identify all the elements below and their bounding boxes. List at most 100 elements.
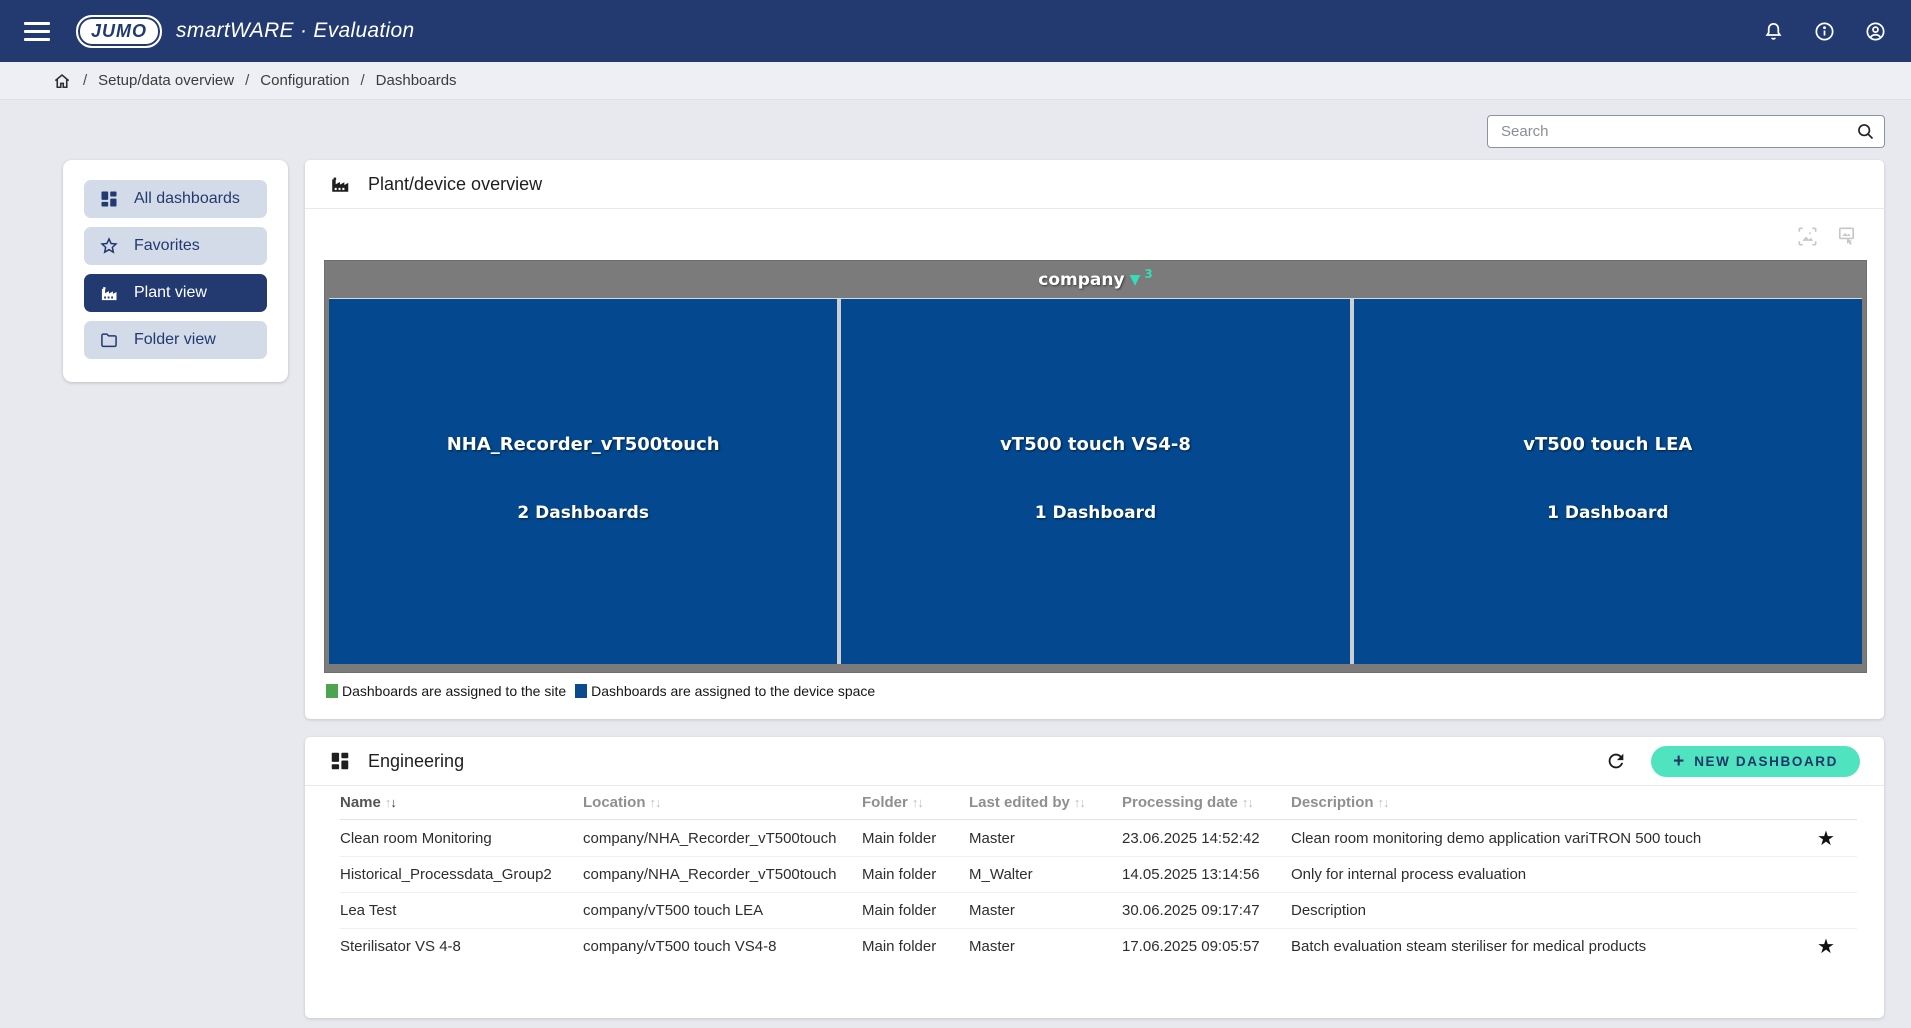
column-header-last-edited-by[interactable]: Last edited by↑↓ bbox=[969, 794, 1122, 811]
menu-icon[interactable] bbox=[24, 22, 50, 41]
folder-icon bbox=[99, 330, 119, 350]
panel-title: Plant/device overview bbox=[368, 174, 542, 195]
cell-folder: Main folder bbox=[862, 902, 969, 919]
legend-label: Dashboards are assigned to the device sp… bbox=[591, 683, 875, 699]
breadcrumb-separator: / bbox=[83, 72, 87, 89]
dashboard-grid-icon bbox=[99, 189, 119, 209]
column-header-processing-date[interactable]: Processing date↑↓ bbox=[1122, 794, 1291, 811]
search-icon[interactable] bbox=[1855, 121, 1876, 142]
refresh-icon[interactable] bbox=[1605, 750, 1627, 772]
cell-location: company/vT500 touch LEA bbox=[583, 902, 862, 919]
fit-image-icon[interactable] bbox=[1796, 225, 1819, 248]
cell-description: Batch evaluation steam steriliser for me… bbox=[1291, 938, 1795, 955]
legend-label: Dashboards are assigned to the site bbox=[342, 683, 566, 699]
legend-green-swatch bbox=[326, 684, 338, 698]
cell-processing-date: 23.06.2025 14:52:42 bbox=[1122, 830, 1291, 847]
company-node[interactable]: company ▼3 bbox=[329, 261, 1862, 298]
sidebar-item-plant-view[interactable]: Plant view bbox=[84, 274, 267, 312]
breadcrumb: / Setup/data overview / Configuration / … bbox=[0, 62, 1911, 100]
cell-folder: Main folder bbox=[862, 938, 969, 955]
info-icon[interactable] bbox=[1813, 20, 1836, 43]
table-row[interactable]: Lea Test company/vT500 touch LEA Main fo… bbox=[340, 892, 1857, 928]
cell-name: Sterilisator VS 4-8 bbox=[340, 938, 583, 955]
device-dashboard-count: 1 Dashboard bbox=[1354, 503, 1862, 523]
device-tile-vt500-vs4-8[interactable]: vT500 touch VS4-8 1 Dashboard bbox=[841, 299, 1349, 664]
cell-folder: Main folder bbox=[862, 866, 969, 883]
plant-map: company ▼3 NHA_Recorder_vT500touch 2 Das… bbox=[324, 260, 1867, 673]
notifications-bell-icon[interactable] bbox=[1762, 20, 1785, 43]
engineering-header: Engineering + NEW DASHBOARD bbox=[305, 737, 1884, 786]
map-toolbar bbox=[1796, 225, 1858, 248]
dashboard-grid-icon bbox=[329, 750, 351, 772]
cell-processing-date: 30.06.2025 09:17:47 bbox=[1122, 902, 1291, 919]
plus-icon: + bbox=[1673, 752, 1684, 771]
sort-desc-icon: ↓ bbox=[655, 795, 661, 810]
sidebar-item-folder-view[interactable]: Folder view bbox=[84, 321, 267, 359]
cell-location: company/vT500 touch VS4-8 bbox=[583, 938, 862, 955]
column-header-name[interactable]: Name↑↓ bbox=[340, 794, 583, 811]
device-dashboard-count: 1 Dashboard bbox=[841, 503, 1349, 523]
column-header-description[interactable]: Description↑↓ bbox=[1291, 794, 1795, 811]
panel-title: Engineering bbox=[368, 751, 464, 772]
legend-site: Dashboards are assigned to the site bbox=[326, 683, 566, 699]
company-expand-icon[interactable]: ▼ bbox=[1130, 273, 1141, 287]
select-image-hand-icon[interactable] bbox=[1835, 225, 1858, 248]
cell-last-edited-by: Master bbox=[969, 902, 1122, 919]
navbar-actions bbox=[1762, 20, 1887, 43]
sidebar-item-label: All dashboards bbox=[134, 190, 240, 208]
new-dashboard-button[interactable]: + NEW DASHBOARD bbox=[1651, 746, 1860, 777]
dashboards-table: Name↑↓ Location↑↓ Folder↑↓ Last edited b… bbox=[340, 786, 1857, 964]
table-row[interactable]: Clean room Monitoring company/NHA_Record… bbox=[340, 820, 1857, 856]
cell-location: company/NHA_Recorder_vT500touch bbox=[583, 866, 862, 883]
map-legend: Dashboards are assigned to the site Dash… bbox=[326, 683, 875, 699]
plant-overview-header: Plant/device overview bbox=[305, 160, 1884, 209]
device-dashboard-count: 2 Dashboards bbox=[329, 503, 837, 523]
company-child-count: 3 bbox=[1144, 267, 1152, 281]
cell-last-edited-by: M_Walter bbox=[969, 866, 1122, 883]
favorite-star-icon[interactable]: ★ bbox=[1795, 934, 1857, 959]
breadcrumb-configuration[interactable]: Configuration bbox=[260, 72, 349, 89]
dashboard-views-sidebar: All dashboards Favorites Plant view Fold… bbox=[63, 160, 288, 382]
sidebar-item-favorites[interactable]: Favorites bbox=[84, 227, 267, 265]
column-header-folder[interactable]: Folder↑↓ bbox=[862, 794, 969, 811]
table-row[interactable]: Historical_Processdata_Group2 company/NH… bbox=[340, 856, 1857, 892]
plant-device-overview-panel: Plant/device overview company ▼3 NHA_Rec… bbox=[305, 160, 1884, 719]
company-label: company bbox=[1038, 270, 1124, 290]
star-outline-icon bbox=[99, 236, 119, 256]
sidebar-item-label: Folder view bbox=[134, 331, 216, 349]
device-tile-vt500-lea[interactable]: vT500 touch LEA 1 Dashboard bbox=[1354, 299, 1862, 664]
sort-desc-icon: ↓ bbox=[1079, 795, 1085, 810]
sort-desc-icon: ↓ bbox=[1247, 795, 1253, 810]
factory-icon bbox=[99, 283, 119, 303]
account-icon[interactable] bbox=[1864, 20, 1887, 43]
breadcrumb-setup-data-overview[interactable]: Setup/data overview bbox=[98, 72, 234, 89]
search-input[interactable] bbox=[1487, 115, 1885, 148]
device-tiles: NHA_Recorder_vT500touch 2 Dashboards vT5… bbox=[329, 298, 1862, 664]
top-navbar: JUMO smartWARE · Evaluation bbox=[0, 0, 1911, 62]
sidebar-item-label: Plant view bbox=[134, 284, 207, 302]
cell-processing-date: 17.06.2025 09:05:57 bbox=[1122, 938, 1291, 955]
legend-blue-swatch bbox=[575, 684, 587, 698]
sort-desc-icon: ↓ bbox=[917, 795, 923, 810]
cell-description: Description bbox=[1291, 902, 1795, 919]
cell-name: Clean room Monitoring bbox=[340, 830, 583, 847]
sort-desc-icon: ↓ bbox=[390, 795, 396, 810]
table-row[interactable]: Sterilisator VS 4-8 company/vT500 touch … bbox=[340, 928, 1857, 964]
cell-name: Lea Test bbox=[340, 902, 583, 919]
cell-folder: Main folder bbox=[862, 830, 969, 847]
cell-processing-date: 14.05.2025 13:14:56 bbox=[1122, 866, 1291, 883]
home-icon[interactable] bbox=[52, 71, 72, 91]
device-name: vT500 touch LEA bbox=[1354, 434, 1862, 455]
favorite-star-icon[interactable]: ★ bbox=[1795, 826, 1857, 851]
sidebar-item-label: Favorites bbox=[134, 237, 200, 255]
new-dashboard-label: NEW DASHBOARD bbox=[1694, 754, 1838, 769]
device-name: vT500 touch VS4-8 bbox=[841, 434, 1349, 455]
device-tile-nha-recorder[interactable]: NHA_Recorder_vT500touch 2 Dashboards bbox=[329, 299, 837, 664]
cell-location: company/NHA_Recorder_vT500touch bbox=[583, 830, 862, 847]
cell-description: Clean room monitoring demo application v… bbox=[1291, 830, 1795, 847]
breadcrumb-dashboards[interactable]: Dashboards bbox=[376, 72, 457, 89]
column-header-location[interactable]: Location↑↓ bbox=[583, 794, 862, 811]
sidebar-item-all-dashboards[interactable]: All dashboards bbox=[84, 180, 267, 218]
jumo-logo[interactable]: JUMO bbox=[76, 15, 162, 48]
engineering-actions: + NEW DASHBOARD bbox=[1605, 746, 1860, 777]
